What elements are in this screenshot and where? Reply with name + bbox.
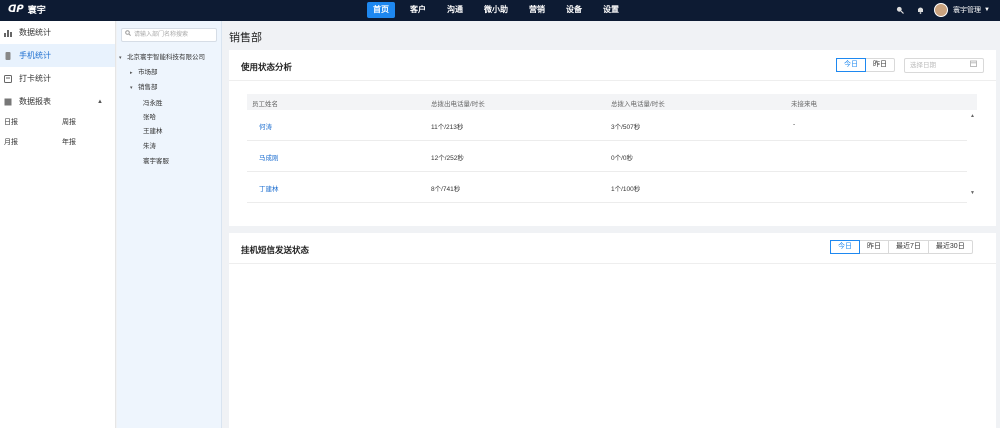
- clock-in-icon: [4, 74, 12, 83]
- tree-node-label: 销售部: [138, 84, 158, 91]
- outgoing-calls: 8个/741秒: [431, 186, 461, 193]
- range-today-button[interactable]: 今日: [830, 240, 860, 254]
- chevron-down-icon[interactable]: ▾: [119, 55, 127, 61]
- tree-node-employee[interactable]: 朱涛: [143, 140, 156, 150]
- column-header: 总拨出电话量/时长: [431, 101, 485, 108]
- column-header: 未接来电: [791, 101, 817, 108]
- sidebar-item-data-stats[interactable]: 数据统计: [0, 21, 115, 44]
- date-placeholder: 选择日期: [910, 62, 936, 69]
- report-icon: [4, 98, 12, 106]
- hangup-sms-status-card: 挂机短信发送状态 今日 昨日 最近7日 最近30日: [229, 233, 996, 428]
- range-yesterday-button[interactable]: 昨日: [866, 59, 894, 71]
- brand-name: 寰宇: [27, 5, 46, 15]
- page-title: 销售部: [229, 32, 262, 44]
- department-tree-panel: 请输入部门名称搜索 ▾ 北京寰宇智能科技有限公司 ▸ 市场部 ▾ 销售部 冯永胜 张哈…: [117, 21, 222, 428]
- chevron-up-icon[interactable]: ▲: [97, 99, 103, 105]
- usage-table: 员工姓名 总拨出电话量/时长 总拨入电话量/时长 未接来电 何涛 11个/213…: [247, 94, 977, 203]
- nav-item-assistant[interactable]: 微小助: [478, 2, 514, 18]
- top-navigation-bar: ᗡᑭ 寰宇 首页 客户 沟通 微小助 营销 设备 设置 寰宇管理 ▼: [0, 0, 1000, 21]
- scroll-up-arrow-icon[interactable]: ▲: [970, 113, 975, 119]
- nav-item-home[interactable]: 首页: [367, 2, 395, 18]
- sms-range-toggle: 今日 昨日 最近7日 最近30日: [830, 240, 973, 254]
- department-search-input[interactable]: 请输入部门名称搜索: [121, 28, 217, 42]
- nav-item-devices[interactable]: 设备: [560, 2, 588, 18]
- report-sub-menu: 日报 周报 月报 年报: [0, 113, 115, 153]
- table-row: 何涛 11个/213秒 3个/507秒 -: [247, 110, 967, 141]
- tree-node-sales[interactable]: ▾ 销售部: [130, 81, 158, 91]
- sidebar-item-label: 数据统计: [19, 28, 51, 37]
- sidebar-item-phone-stats[interactable]: 手机统计: [0, 44, 115, 67]
- tree-node-label: 市场部: [138, 69, 158, 76]
- card-title: 挂机短信发送状态: [241, 245, 310, 255]
- usage-status-card: 使用状态分析 今日 昨日 选择日期 员工姓名 总拨出电话量/时长 总拨入电话量/…: [229, 50, 996, 226]
- tree-node-employee[interactable]: 王建林: [143, 125, 163, 135]
- table-header: 员工姓名 总拨出电话量/时长 总拨入电话量/时长 未接来电: [247, 94, 977, 110]
- employee-name-link[interactable]: 何涛: [259, 121, 272, 131]
- usage-range-toggle: 今日 昨日: [836, 58, 895, 72]
- search-placeholder: 请输入部门名称搜索: [134, 32, 189, 38]
- column-header: 员工姓名: [252, 101, 278, 108]
- outgoing-calls: 12个/252秒: [431, 155, 464, 162]
- nav-item-customers[interactable]: 客户: [404, 2, 432, 18]
- main-nav: 首页 客户 沟通 微小助 营销 设备 设置: [367, 2, 634, 18]
- sidebar-item-clock-in-stats[interactable]: 打卡统计: [0, 67, 115, 90]
- sidebar-item-label: 手机统计: [19, 51, 51, 60]
- search-icon[interactable]: [894, 4, 906, 16]
- nav-item-marketing[interactable]: 营销: [523, 2, 551, 18]
- sidebar-item-label: 打卡统计: [19, 74, 51, 83]
- bar-chart-icon: [4, 29, 12, 37]
- tree-node-employee[interactable]: 张哈: [143, 111, 156, 121]
- tree-node-label: 北京寰宇智能科技有限公司: [127, 54, 205, 61]
- sidebar-subitem-daily[interactable]: 日报: [0, 113, 58, 133]
- tree-node-label: 朱涛: [143, 143, 156, 150]
- column-header: 总拨入电话量/时长: [611, 101, 665, 108]
- range-last-7-days-button[interactable]: 最近7日: [889, 241, 929, 253]
- incoming-calls: 3个/507秒: [611, 124, 641, 131]
- outgoing-calls: 11个/213秒: [431, 124, 464, 131]
- tree-node-customer-service[interactable]: 寰宇客服: [143, 155, 169, 165]
- username[interactable]: 寰宇管理: [953, 5, 981, 15]
- tree-node-label: 王建林: [143, 128, 163, 135]
- incoming-calls: 1个/100秒: [611, 186, 641, 193]
- header-right: 寰宇管理 ▼: [886, 3, 990, 17]
- tree-node-company[interactable]: ▾ 北京寰宇智能科技有限公司: [119, 51, 205, 61]
- employee-name-link[interactable]: 马成刚: [259, 152, 279, 162]
- table-row: 丁建林 8个/741秒 1个/100秒: [247, 172, 967, 203]
- scroll-down-arrow-icon[interactable]: ▼: [970, 190, 975, 196]
- table-row: 马成刚 12个/252秒 0个/0秒: [247, 141, 967, 172]
- tree-node-marketing[interactable]: ▸ 市场部: [130, 66, 158, 76]
- sidebar-item-label: 数据报表: [19, 97, 51, 106]
- phone-icon: [4, 51, 12, 60]
- tree-node-label: 冯永胜: [143, 100, 163, 107]
- sidebar-subitem-monthly[interactable]: 月报: [0, 133, 58, 153]
- range-yesterday-button[interactable]: 昨日: [860, 241, 889, 253]
- chevron-down-icon[interactable]: ▾: [130, 85, 138, 91]
- avatar[interactable]: [934, 3, 949, 17]
- card-divider: [229, 263, 996, 264]
- sidebar-item-data-reports[interactable]: 数据报表 ▲: [0, 90, 115, 113]
- bell-icon[interactable]: [914, 4, 926, 16]
- nav-item-communication[interactable]: 沟通: [441, 2, 469, 18]
- employee-name-link[interactable]: 丁建林: [259, 183, 279, 193]
- calendar-icon: [970, 59, 977, 72]
- range-last-30-days-button[interactable]: 最近30日: [929, 241, 972, 253]
- date-picker[interactable]: 选择日期: [904, 58, 984, 73]
- chevron-right-icon[interactable]: ▸: [130, 70, 138, 76]
- sidebar-subitem-weekly[interactable]: 周报: [58, 113, 116, 133]
- tree-node-label: 寰宇客服: [143, 158, 169, 165]
- app-logo[interactable]: ᗡᑭ 寰宇: [8, 3, 46, 16]
- sidebar: 数据统计 手机统计 打卡统计 数据报表 ▲ 日报 周报 月报 年报: [0, 21, 116, 428]
- search-icon: [125, 29, 131, 41]
- range-today-button[interactable]: 今日: [836, 58, 866, 72]
- logo-mark: ᗡᑭ: [8, 4, 24, 15]
- incoming-calls: 0个/0秒: [611, 155, 634, 162]
- chevron-down-icon[interactable]: ▼: [984, 7, 990, 13]
- tree-node-label: 张哈: [143, 114, 156, 121]
- sidebar-subitem-yearly[interactable]: 年报: [58, 133, 116, 153]
- card-title: 使用状态分析: [241, 62, 293, 72]
- card-divider: [229, 80, 996, 81]
- tree-node-employee[interactable]: 冯永胜: [143, 97, 163, 107]
- nav-item-settings[interactable]: 设置: [597, 2, 625, 18]
- missed-calls: -: [793, 121, 796, 128]
